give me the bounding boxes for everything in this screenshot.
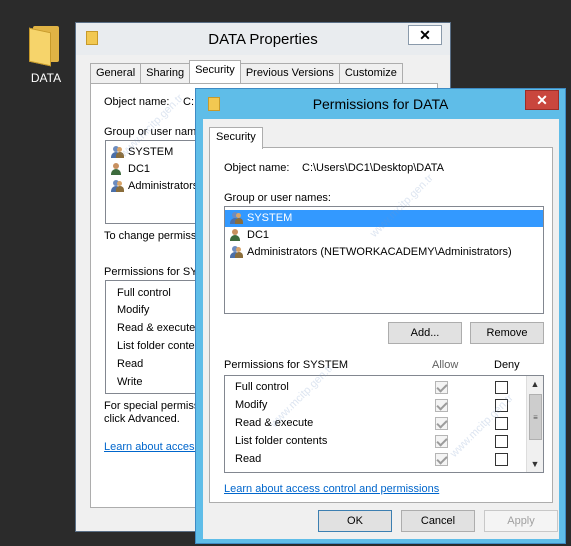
- permissions-dialog: Permissions for DATA ✕ Security Object n…: [195, 88, 566, 544]
- scroll-thumb[interactable]: ≡: [529, 394, 542, 440]
- user-name: DC1: [128, 163, 151, 175]
- user-icon: [110, 163, 124, 176]
- add-button[interactable]: Add...: [388, 322, 462, 344]
- change-permissions-text: To change permissi: [104, 230, 199, 242]
- special-permissions-text: For special permissi: [104, 400, 202, 412]
- tab-security[interactable]: Security: [209, 127, 263, 149]
- dialog-client-area: Security Object name: C:\Users\DC1\Deskt…: [203, 119, 559, 539]
- advanced-hint: click Advanced.: [104, 413, 180, 425]
- table-row: Modify: [225, 397, 528, 415]
- close-icon: ✕: [536, 91, 548, 108]
- group-icon: [110, 146, 124, 159]
- remove-button[interactable]: Remove: [470, 322, 544, 344]
- folder-icon: [29, 22, 63, 67]
- allow-checkbox[interactable]: [435, 435, 448, 448]
- scroll-down-icon[interactable]: ▼: [527, 456, 543, 472]
- group-label: Group or user names:: [224, 192, 331, 204]
- close-icon: ✕: [419, 26, 431, 43]
- group-icon: [229, 246, 243, 259]
- allow-checkbox[interactable]: [435, 453, 448, 466]
- group-icon: [229, 212, 243, 225]
- permissions-titlebar[interactable]: Permissions for DATA ✕: [196, 89, 565, 119]
- deny-checkbox[interactable]: [495, 435, 508, 448]
- table-row: Read: [225, 451, 528, 469]
- dialog-title: Permissions for DATA: [312, 96, 449, 112]
- tab-general[interactable]: General: [90, 63, 142, 83]
- user-list: SYSTEM DC1 Administrators (NETWORKACADEM…: [224, 206, 544, 314]
- learn-about-access-link[interactable]: Learn about access: [104, 441, 200, 453]
- ok-button[interactable]: OK: [318, 510, 392, 532]
- user-name: Administrators: [128, 180, 199, 192]
- deny-checkbox[interactable]: [495, 417, 508, 430]
- table-row: Full control: [225, 379, 528, 397]
- allow-header: Allow: [432, 359, 459, 371]
- permissions-scrollbar[interactable]: ▲ ≡ ▼: [526, 376, 543, 472]
- permissions-grid: Full control Modify Read & execute List …: [224, 375, 544, 473]
- group-label: Group or user name: [104, 126, 203, 138]
- permission-name: Read & execute: [235, 417, 314, 429]
- security-panel: Object name: C:\Users\DC1\Desktop\DATA G…: [209, 147, 553, 503]
- tab-customize[interactable]: Customize: [338, 63, 403, 83]
- apply-button[interactable]: Apply: [484, 510, 558, 532]
- cancel-button[interactable]: Cancel: [401, 510, 475, 532]
- table-row: Read & execute: [225, 415, 528, 433]
- desktop-folder-data[interactable]: DATA: [20, 22, 72, 85]
- allow-checkbox[interactable]: [435, 417, 448, 430]
- user-icon: [229, 229, 243, 242]
- permission-name: Full control: [235, 381, 289, 393]
- user-name: SYSTEM: [247, 212, 293, 224]
- list-item[interactable]: DC1: [225, 227, 543, 244]
- deny-checkbox[interactable]: [495, 399, 508, 412]
- permissions-for-label: Permissions for SYS: [104, 266, 205, 278]
- window-title: DATA Properties: [208, 31, 318, 48]
- deny-checkbox[interactable]: [495, 453, 508, 466]
- list-item[interactable]: Administrators (NETWORKACADEMY\Administr…: [225, 244, 543, 261]
- permissions-for-label: Permissions for SYSTEM: [224, 359, 349, 371]
- table-row: List folder contents: [225, 433, 528, 451]
- permission-name: Modify: [235, 399, 268, 411]
- group-icon: [110, 180, 124, 193]
- user-name: SYSTEM: [128, 146, 174, 158]
- close-button[interactable]: ✕: [408, 25, 442, 45]
- tab-security[interactable]: Security: [189, 60, 241, 83]
- close-button[interactable]: ✕: [525, 90, 559, 110]
- user-name: Administrators (NETWORKACADEMY\Administr…: [247, 246, 512, 258]
- object-name-value: C:: [183, 96, 194, 108]
- object-name-value: C:\Users\DC1\Desktop\DATA: [302, 162, 445, 174]
- allow-checkbox[interactable]: [435, 399, 448, 412]
- desktop-folder-label: DATA: [30, 71, 62, 85]
- properties-tabs: General Sharing Security Previous Versio…: [90, 60, 403, 83]
- object-name-label: Object name:: [224, 162, 290, 174]
- scroll-up-icon[interactable]: ▲: [527, 376, 543, 392]
- tab-sharing[interactable]: Sharing: [140, 63, 191, 83]
- deny-checkbox[interactable]: [495, 381, 508, 394]
- permission-name: List folder contents: [235, 435, 328, 447]
- learn-about-access-link[interactable]: Learn about access control and permissio…: [224, 483, 439, 495]
- tab-previous-versions[interactable]: Previous Versions: [239, 63, 340, 83]
- list-item[interactable]: SYSTEM: [225, 210, 543, 227]
- object-name-label: Object name:: [104, 96, 170, 108]
- deny-header: Deny: [494, 359, 520, 371]
- properties-titlebar[interactable]: DATA Properties ✕: [76, 23, 450, 55]
- user-name: DC1: [247, 229, 270, 241]
- permission-name: Read: [235, 453, 262, 465]
- allow-checkbox[interactable]: [435, 381, 448, 394]
